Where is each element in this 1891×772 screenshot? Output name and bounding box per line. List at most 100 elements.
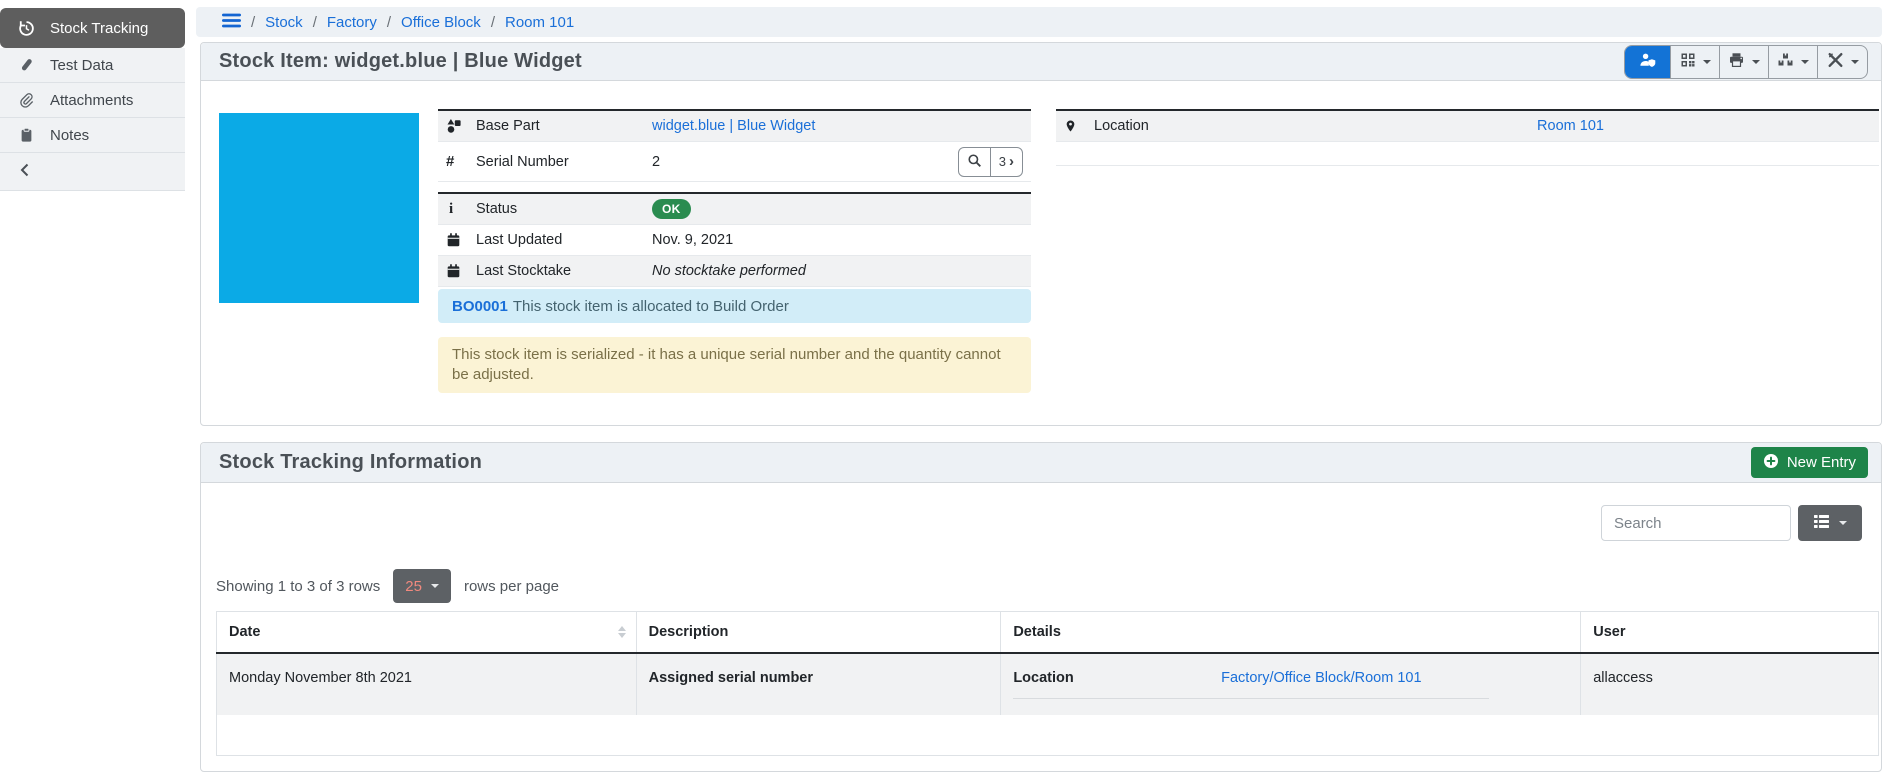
sidebar-item-attachments[interactable]: Attachments: [0, 83, 185, 118]
user-shield-icon: [1639, 52, 1657, 72]
next-serial-number: 3: [999, 154, 1006, 169]
sidebar-item-stock-tracking[interactable]: Stock Tracking: [0, 8, 185, 48]
new-entry-button[interactable]: New Entry: [1751, 447, 1868, 478]
sidebar-item-label: Test Data: [50, 57, 113, 74]
table-list-icon: [1813, 514, 1830, 533]
detail-row-last-stocktake: Last Stocktake No stocktake performed: [438, 256, 1031, 287]
print-dropdown-button[interactable]: [1720, 46, 1769, 78]
sidebar-item-test-data[interactable]: Test Data: [0, 48, 185, 83]
last-stocktake-value: No stocktake performed: [652, 263, 1023, 279]
location-link[interactable]: Room 101: [1537, 118, 1604, 134]
tools-icon: [1827, 52, 1844, 72]
pagination-info: Showing 1 to 3 of 3 rows 25 rows per pag…: [216, 569, 559, 603]
sidebar-item-label: Attachments: [50, 92, 133, 109]
info-icon: i: [446, 201, 476, 218]
breadcrumb: / Stock / Factory / Office Block / Room …: [196, 7, 1882, 37]
detail-label: Base Part: [476, 118, 652, 134]
page-size-dropdown[interactable]: 25: [393, 569, 451, 603]
column-header-description[interactable]: Description: [636, 612, 1001, 654]
build-order-link[interactable]: BO0001: [452, 298, 508, 315]
page-title: Stock Item: widget.blue | Blue Widget: [219, 50, 582, 73]
detail-label: Last Updated: [476, 232, 652, 248]
sidebar-item-notes[interactable]: Notes: [0, 118, 185, 153]
detail-label: Location: [1094, 118, 1270, 134]
sidebar: Stock Tracking Test Data Attachments Not…: [0, 8, 185, 191]
column-header-details[interactable]: Details: [1001, 612, 1581, 654]
stock-tracking-panel-header: Stock Tracking Information New Entry: [201, 443, 1881, 483]
status-details-table: i Status OK Last Updated Nov. 9, 2021 La…: [438, 192, 1031, 287]
status-badge: OK: [652, 199, 691, 219]
paperclip-icon: [17, 92, 35, 108]
detail-row-base-part: Base Part widget.blue | Blue Widget: [438, 111, 1031, 142]
detail-row-status: i Status OK: [438, 194, 1031, 225]
menu-hamburger-icon[interactable]: [222, 13, 241, 32]
column-header-date[interactable]: Date: [217, 612, 637, 654]
serialized-alert-text: This stock item is serialized - it has a…: [452, 346, 1001, 383]
cell-date: Monday November 8th 2021: [217, 653, 637, 715]
breadcrumb-separator: /: [491, 14, 495, 31]
detail-label: Serial Number: [476, 154, 652, 170]
hash-icon: #: [446, 153, 476, 170]
detail-row-serial-number: # Serial Number 2 3 ›: [438, 142, 1031, 182]
calendar-icon: [446, 263, 476, 279]
section-title: Stock Tracking Information: [219, 451, 482, 474]
breadcrumb-separator: /: [387, 14, 391, 31]
settings-dropdown-button[interactable]: [1818, 46, 1867, 78]
caret-down-icon: [1839, 521, 1847, 525]
stock-actions-dropdown-button[interactable]: [1769, 46, 1818, 78]
detail-sub-label: Location: [1013, 670, 1153, 686]
sidebar-collapse-button[interactable]: [0, 153, 185, 191]
table-row[interactable]: [217, 715, 1879, 756]
cell-description: Assigned serial number: [636, 653, 1001, 715]
column-header-user[interactable]: User: [1581, 612, 1879, 654]
next-serial-button[interactable]: 3 ›: [990, 148, 1022, 176]
boxes-icon: [1777, 52, 1794, 72]
serialized-alert: This stock item is serialized - it has a…: [438, 337, 1031, 393]
caret-down-icon: [1703, 60, 1711, 64]
sidebar-item-label: Notes: [50, 127, 89, 144]
base-part-link[interactable]: widget.blue | Blue Widget: [652, 118, 815, 134]
history-icon: [17, 20, 35, 37]
stock-item-panel: Stock Item: widget.blue | Blue Widget: [200, 42, 1882, 426]
caret-down-icon: [1801, 60, 1809, 64]
detail-row-location: Location Room 101: [1056, 111, 1879, 142]
stock-item-action-group: [1624, 45, 1868, 79]
cell-details: Location Factory/Office Block/Room 101: [1001, 653, 1581, 715]
clipboard-icon: [17, 127, 35, 143]
table-row[interactable]: Monday November 8th 2021 Assigned serial…: [217, 653, 1879, 715]
detail-row-last-updated: Last Updated Nov. 9, 2021: [438, 225, 1031, 256]
serial-number-value: 2: [652, 154, 958, 170]
stock-item-panel-header: Stock Item: widget.blue | Blue Widget: [201, 43, 1881, 81]
breadcrumb-link-stock[interactable]: Stock: [265, 14, 303, 31]
showing-rows-text: Showing 1 to 3 of 3 rows: [216, 578, 380, 595]
breadcrumb-link-room-101[interactable]: Room 101: [505, 14, 574, 31]
build-order-alert: BO0001 This stock item is allocated to B…: [438, 289, 1031, 323]
printer-icon: [1728, 52, 1745, 72]
chevron-right-icon: ›: [1009, 154, 1014, 169]
rows-per-page-text: rows per page: [464, 578, 559, 595]
caret-down-icon: [1851, 60, 1859, 64]
tracking-location-link[interactable]: Factory/Office Block/Room 101: [1153, 670, 1489, 686]
breadcrumb-link-factory[interactable]: Factory: [327, 14, 377, 31]
plus-circle-icon: [1763, 453, 1779, 473]
qrcode-icon: [1680, 52, 1696, 72]
sidebar-item-label: Stock Tracking: [50, 20, 148, 37]
serial-search-button[interactable]: [959, 148, 990, 176]
search-input[interactable]: [1601, 505, 1791, 541]
stock-tracking-panel: Stock Tracking Information New Entry Sho…: [200, 442, 1882, 772]
part-details-table: Base Part widget.blue | Blue Widget # Se…: [438, 109, 1031, 182]
table-options-button[interactable]: [1798, 505, 1862, 541]
calendar-icon: [446, 232, 476, 248]
location-table: Location Room 101: [1056, 109, 1879, 166]
user-shield-button[interactable]: [1625, 46, 1671, 78]
part-thumbnail[interactable]: [219, 113, 419, 303]
map-pin-icon: [1064, 118, 1094, 134]
caret-down-icon: [431, 584, 439, 588]
detail-sub-row: Location Factory/Office Block/Room 101: [1013, 670, 1489, 699]
chevron-left-icon: [19, 163, 30, 181]
qrcode-dropdown-button[interactable]: [1671, 46, 1720, 78]
tracking-table: Date Description Details User Monday Nov…: [216, 611, 1879, 756]
detail-label: Last Stocktake: [476, 263, 652, 279]
breadcrumb-separator: /: [251, 14, 255, 31]
breadcrumb-link-office-block[interactable]: Office Block: [401, 14, 481, 31]
